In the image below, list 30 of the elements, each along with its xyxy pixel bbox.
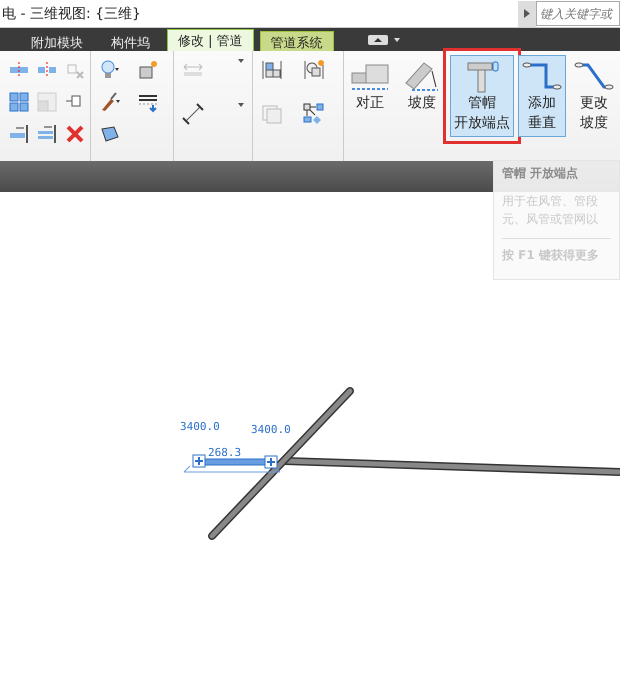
create-part-icon[interactable] (303, 59, 325, 81)
delete-icon[interactable] (64, 123, 86, 145)
caret-icon (524, 9, 530, 18)
ribbon-tab[interactable]: 修改 | 管道 (167, 29, 254, 51)
trim-icon[interactable] (8, 123, 30, 145)
cube-star-icon[interactable] (137, 59, 159, 81)
ribbon-button[interactable]: 添加 垂直 (518, 55, 566, 137)
dropdown-arrow-icon[interactable] (238, 103, 244, 107)
ribbon-tab[interactable]: 管道系统 (260, 31, 334, 51)
ribbon-button[interactable]: 对正 (346, 55, 394, 117)
ribbon-tab[interactable]: 构件坞 (100, 31, 161, 51)
expand-arrow-button[interactable] (518, 0, 536, 26)
ribbon-button[interactable]: 更改 坡度 (570, 55, 618, 137)
trim-multiple-icon[interactable] (36, 123, 58, 145)
dimension-label: 268.3 (208, 446, 242, 459)
window-title: 电 - 三维视图: {三维} (1, 4, 142, 22)
ribbon-button[interactable]: 坡度 (398, 55, 446, 117)
dimension-label: 3400.0 (180, 420, 220, 433)
dimension-label: 3400.0 (251, 423, 291, 436)
create-assembly-icon[interactable] (261, 59, 283, 81)
light-bulb-icon[interactable] (99, 59, 121, 81)
diagonal-dimension-icon[interactable] (182, 103, 204, 125)
minimize-ribbon-icon[interactable] (368, 34, 402, 46)
workflow-icon[interactable] (303, 103, 325, 125)
array-icon[interactable] (8, 91, 30, 113)
tooltip-title: 管帽 开放端点 (502, 165, 580, 182)
dropdown-arrow-icon[interactable] (238, 59, 244, 63)
search-field[interactable]: 键入关键字或 (536, 1, 620, 26)
paint-brush-icon[interactable] (99, 91, 121, 113)
ribbon-tab[interactable]: 附加模块 (20, 31, 94, 51)
